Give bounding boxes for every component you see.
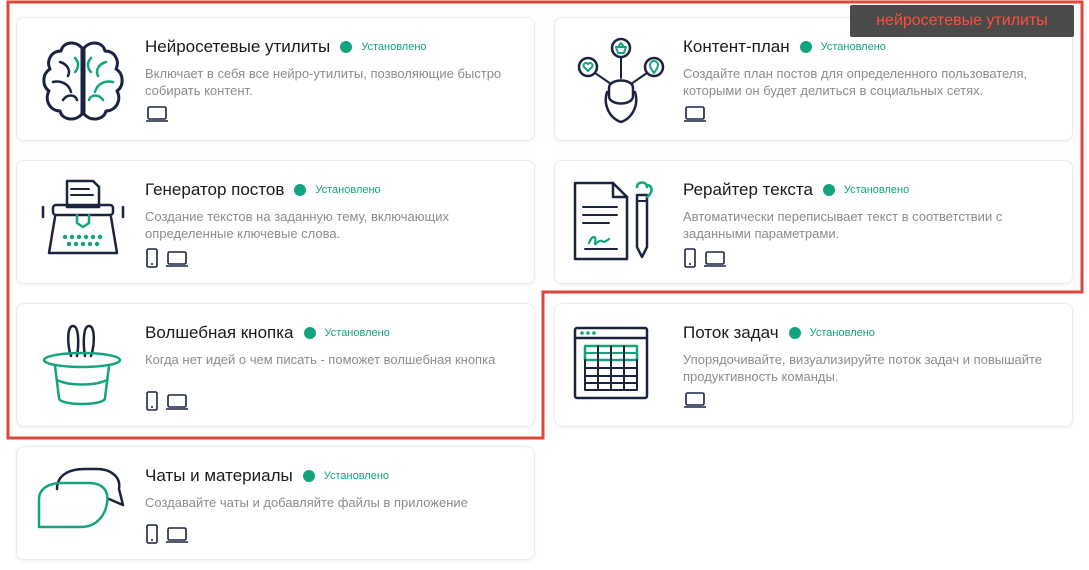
mobile-icon: [683, 248, 697, 273]
mobile-icon: [145, 248, 159, 273]
status-dot: [294, 184, 307, 196]
card-title: Чаты и материалы: [145, 466, 293, 485]
desktop-icon: [683, 105, 707, 128]
card-title: Генератор постов: [145, 180, 285, 199]
highlight-label: нейросетевые утилиты: [850, 5, 1074, 37]
status-badge: Установлено: [809, 327, 875, 339]
desktop-icon: [165, 393, 189, 416]
desktop-icon: [703, 250, 727, 273]
card-description: Когда нет идей о чем писать - поможет во…: [145, 352, 496, 367]
device-list: [683, 248, 727, 273]
document-pen-icon: [573, 177, 669, 273]
card-description: Включает в себя все нейро-утилиты, позво…: [145, 66, 502, 98]
card-title: Контент-план: [683, 37, 790, 56]
card-title-row: Генератор постов Установлено: [145, 180, 381, 200]
device-list: [145, 105, 169, 128]
card-title: Нейросетевые утилиты: [145, 37, 331, 56]
device-list: [145, 248, 189, 273]
app-card-post-generator[interactable]: Генератор постов Установлено Создание те…: [16, 160, 535, 284]
card-title: Рерайтер текста: [683, 180, 813, 199]
card-description: Автоматически переписывает текст в соотв…: [683, 209, 1003, 241]
app-card-text-rewriter[interactable]: Рерайтер текста Установлено Автоматическ…: [554, 160, 1073, 284]
card-title-row: Рерайтер текста Установлено: [683, 180, 909, 200]
card-title-row: Контент-план Установлено: [683, 37, 886, 57]
device-list: [683, 105, 707, 128]
app-card-magic-button[interactable]: Волшебная кнопка Установлено Когда нет и…: [16, 303, 535, 427]
status-dot: [302, 470, 315, 482]
device-list: [145, 391, 189, 416]
task-table-icon: [573, 320, 669, 416]
status-dot: [799, 41, 812, 53]
mobile-icon: [145, 524, 159, 549]
status-badge: Установлено: [324, 327, 390, 339]
typewriter-icon: [35, 177, 131, 273]
card-description: Упорядочивайте, визуализируйте поток зад…: [683, 352, 1043, 384]
status-badge: Установлено: [323, 470, 390, 482]
status-badge: Установлено: [820, 41, 886, 53]
device-list: [683, 391, 707, 414]
card-title-row: Поток задач Установлено: [683, 323, 875, 343]
app-card-neuro-utilities[interactable]: Нейросетевые утилиты Установлено Включае…: [16, 17, 535, 141]
card-title-row: Нейросетевые утилиты Установлено: [145, 37, 427, 57]
card-title: Волшебная кнопка: [145, 323, 294, 342]
mobile-icon: [145, 391, 159, 416]
desktop-icon: [683, 391, 707, 414]
desktop-icon: [165, 526, 189, 549]
desktop-icon: [145, 105, 169, 128]
card-description: Создайте план постов для определенного п…: [683, 66, 1028, 98]
status-dot: [340, 41, 353, 53]
status-dot: [788, 327, 801, 339]
card-title: Поток задач: [683, 323, 779, 342]
app-card-chats-materials[interactable]: Чаты и материалы Установлено Создавайте …: [16, 446, 535, 560]
brain-icon: [35, 34, 131, 130]
chat-bubbles-icon: [35, 463, 131, 559]
device-list: [145, 524, 189, 549]
card-description: Создавайте чаты и добавляйте файлы в при…: [145, 495, 468, 510]
status-dot: [822, 184, 835, 196]
status-badge: Установлено: [843, 184, 910, 196]
status-badge: Установлено: [315, 184, 381, 196]
card-title-row: Волшебная кнопка Установлено: [145, 323, 390, 343]
magic-hat-icon: [35, 320, 131, 416]
card-title-row: Чаты и материалы Установлено: [145, 466, 389, 486]
status-badge: Установлено: [361, 41, 427, 53]
app-card-task-flow[interactable]: Поток задач Установлено Упорядочивайте, …: [554, 303, 1073, 427]
desktop-icon: [165, 250, 189, 273]
status-dot: [303, 327, 316, 339]
influencer-icon: [573, 34, 669, 130]
card-description: Создание текстов на заданную тему, включ…: [145, 209, 449, 241]
